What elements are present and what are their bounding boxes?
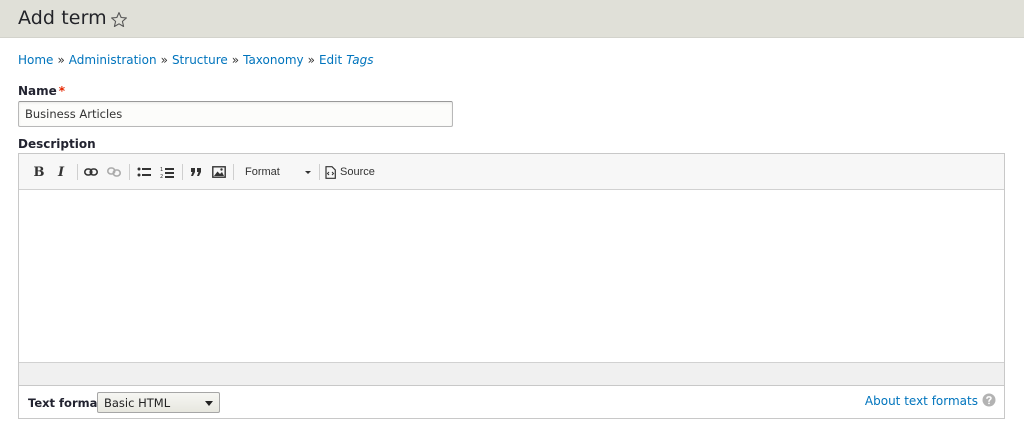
link-icon[interactable]: [82, 162, 100, 182]
text-format-wrapper: Text format Basic HTML About text format…: [18, 385, 1005, 419]
required-marker: *: [58, 84, 66, 98]
breadcrumb-separator: »: [160, 53, 168, 67]
breadcrumb-vocabulary-name: Tags: [346, 53, 374, 67]
chevron-down-icon: [205, 401, 213, 406]
page-title: Add term: [18, 7, 107, 29]
breadcrumb-separator: »: [307, 53, 315, 67]
description-editor: B I 12 Format Source: [18, 153, 1005, 386]
blockquote-icon[interactable]: [187, 162, 205, 182]
editor-content-area[interactable]: [19, 190, 1004, 362]
bulleted-list-icon[interactable]: [135, 162, 153, 182]
description-label: Description: [18, 137, 96, 151]
breadcrumb-separator: »: [57, 53, 65, 67]
breadcrumb-structure[interactable]: Structure: [172, 53, 228, 67]
toolbar-separator: [319, 164, 320, 180]
name-label-text: Name: [18, 84, 57, 98]
name-label: Name *: [18, 84, 65, 98]
name-input[interactable]: [18, 101, 453, 127]
toolbar-separator: [182, 164, 183, 180]
text-format-selected: Basic HTML: [104, 395, 171, 410]
toolbar-separator: [129, 164, 130, 180]
chevron-down-icon: [305, 171, 311, 174]
star-icon[interactable]: [110, 11, 128, 29]
bold-button[interactable]: B: [31, 162, 47, 182]
breadcrumb-home[interactable]: Home: [18, 53, 53, 67]
text-format-select[interactable]: Basic HTML: [97, 392, 220, 413]
toolbar-separator: [233, 164, 234, 180]
svg-text:1: 1: [160, 167, 163, 173]
breadcrumb-administration[interactable]: Administration: [69, 53, 157, 67]
italic-button[interactable]: I: [53, 162, 69, 182]
format-dropdown[interactable]: Format: [239, 162, 315, 182]
editor-toolbar: B I 12 Format Source: [19, 154, 1004, 190]
source-icon: [325, 165, 336, 179]
svg-text:2: 2: [160, 174, 163, 179]
breadcrumb-separator: »: [231, 53, 240, 67]
source-button-label: Source: [340, 166, 375, 178]
format-dropdown-label: Format: [245, 166, 280, 178]
breadcrumb-taxonomy[interactable]: Taxonomy: [243, 53, 304, 67]
about-text-formats-link[interactable]: About text formats: [865, 394, 978, 408]
unlink-icon[interactable]: [105, 162, 123, 182]
help-icon[interactable]: [982, 393, 996, 407]
toolbar-separator: [77, 164, 78, 180]
source-button[interactable]: Source: [325, 162, 375, 182]
editor-status-bar: [19, 362, 1004, 386]
image-icon[interactable]: [210, 162, 228, 182]
breadcrumb-edit-label: Edit: [318, 53, 343, 67]
breadcrumb: Home» Administration» Structure» Taxonomy» E…: [18, 53, 374, 67]
breadcrumb-edit-tags[interactable]: Edit Tags: [319, 53, 374, 67]
page-header: Add term: [0, 0, 1024, 38]
text-format-label: Text format: [28, 396, 103, 410]
numbered-list-icon[interactable]: 12: [158, 162, 176, 182]
